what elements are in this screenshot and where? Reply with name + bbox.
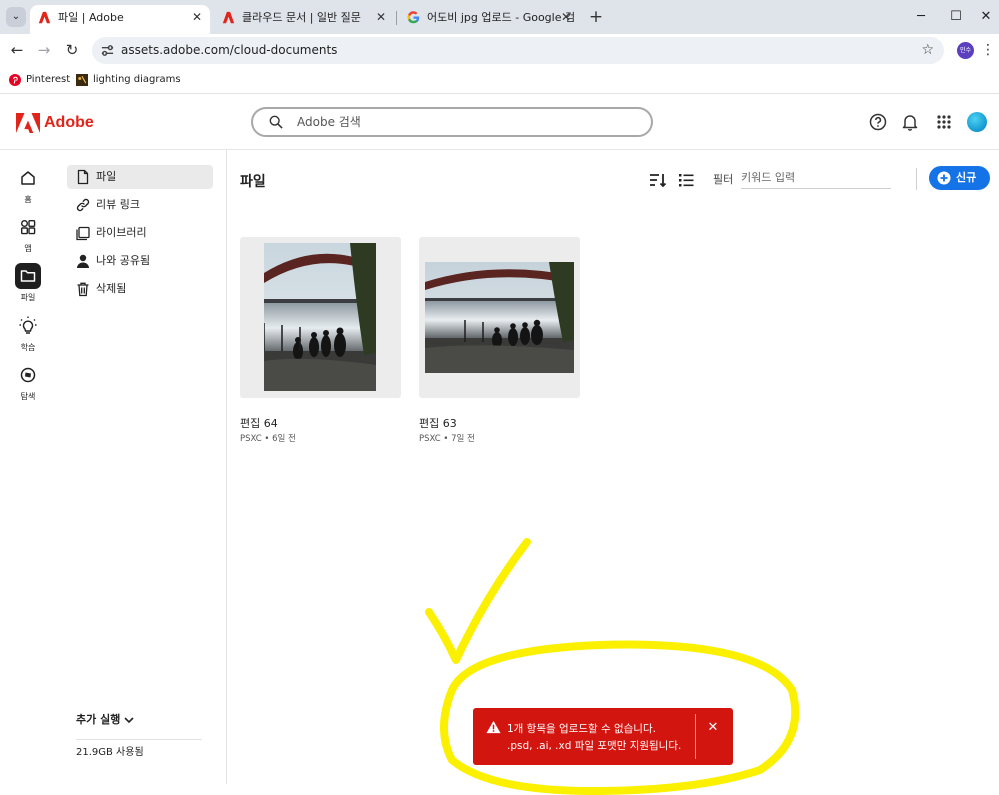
subnav-item-libraries[interactable]: 라이브러리 (67, 221, 213, 245)
photo-riverside-landscape (425, 262, 574, 373)
address-url[interactable]: assets.adobe.com/cloud-documents (121, 37, 337, 64)
back-arrow-icon[interactable]: ← (6, 39, 28, 61)
browser-profile-avatar[interactable]: 민수 (957, 42, 974, 59)
toast-message-line1: 1개 항목을 업로드할 수 없습니다. (507, 723, 656, 735)
pinterest-icon (9, 74, 21, 86)
toast-message-line2: .psd, .ai, .xd 파일 포맷만 지원됩니다. (507, 740, 682, 752)
subnav-item-review-links[interactable]: 리뷰 링크 (67, 193, 213, 217)
close-window-icon[interactable]: ✕ (975, 6, 997, 28)
subnav-divider (76, 739, 202, 740)
reload-icon[interactable]: ↻ (61, 39, 83, 61)
browser-menu-icon[interactable]: ⋮ (981, 40, 995, 60)
tab-title: 어도비 jpg 업로드 - Google 검 (427, 11, 576, 24)
filter-input[interactable] (741, 167, 891, 189)
google-favicon-icon (407, 11, 420, 24)
address-bar[interactable]: assets.adobe.com/cloud-documents ☆ (92, 37, 944, 64)
home-icon (21, 171, 35, 185)
forward-arrow-icon[interactable]: → (33, 39, 55, 61)
browser-tab-strip: ⌄ 파일 | Adobe ✕ 클라우드 문서 | 일반 질문 ✕ 어도비 jpg… (0, 0, 999, 34)
file-icon (77, 169, 89, 185)
bookmark-star-icon[interactable]: ☆ (921, 37, 934, 64)
file-meta: PSXC • 7일 전 (419, 434, 475, 444)
file-thumbnail[interactable] (240, 237, 401, 398)
search-input[interactable] (297, 112, 627, 132)
file-thumbnail[interactable] (419, 237, 580, 398)
user-avatar[interactable] (967, 112, 987, 132)
adobe-favicon-icon (38, 11, 51, 24)
compass-icon (20, 367, 36, 383)
tab-adobe-files[interactable]: 파일 | Adobe ✕ (30, 5, 210, 34)
rail-item-files[interactable]: 파일 (0, 263, 56, 307)
storage-used: 21.9GB 사용됨 (76, 747, 144, 758)
page-title: 파일 (240, 174, 266, 190)
site-settings-icon[interactable] (100, 43, 115, 58)
plus-circle-icon (937, 171, 951, 185)
folder-icon (15, 263, 41, 289)
sort-icon[interactable] (648, 170, 668, 190)
apps-icon (20, 219, 36, 235)
library-icon (76, 226, 90, 241)
tab-search-button[interactable]: ⌄ (6, 7, 26, 27)
lightbulb-icon (19, 316, 37, 334)
file-meta: PSXC • 6일 전 (240, 434, 296, 444)
rail-item-discover[interactable]: 탐색 (0, 362, 56, 406)
new-button[interactable]: 신규 (929, 166, 990, 190)
files-main: 파일 필터 신규 편집 (227, 150, 999, 784)
help-icon[interactable] (867, 111, 889, 133)
search-icon (269, 115, 283, 129)
rail-item-apps[interactable]: 앱 (0, 214, 56, 258)
toolbar-divider (916, 168, 917, 190)
adobe-search-box[interactable] (251, 107, 653, 137)
upload-error-toast: 1개 항목을 업로드할 수 없습니다. .psd, .ai, .xd 파일 포맷… (473, 708, 733, 765)
list-view-icon[interactable] (676, 170, 696, 190)
trash-icon (77, 282, 89, 297)
link-icon (76, 198, 90, 212)
browser-toolbar: ← → ↻ assets.adobe.com/cloud-documents ☆… (0, 34, 999, 66)
file-name[interactable]: 편집 64 (240, 415, 278, 431)
tab-title: 클라우드 문서 | 일반 질문 (242, 11, 361, 24)
tab-separator (396, 11, 397, 25)
adobe-logo-icon (16, 113, 40, 133)
tab-google-search[interactable]: 어도비 jpg 업로드 - Google 검 ✕ (399, 5, 579, 34)
subnav-item-deleted[interactable]: 삭제됨 (67, 277, 213, 301)
files-subnav: 파일 리뷰 링크 라이브러리 나와 공유됨 삭제됨 추가 실행 21.9GB 사… (56, 150, 227, 784)
subnav-item-shared-with-me[interactable]: 나와 공유됨 (67, 249, 213, 273)
rail-item-home[interactable]: 홈 (0, 165, 56, 209)
toast-divider (695, 714, 696, 759)
adobe-brand-text: Adobe (44, 114, 94, 131)
tab-close-icon[interactable]: ✕ (561, 5, 571, 30)
adobe-favicon-icon (222, 11, 235, 24)
lighting-diagrams-icon (76, 74, 88, 86)
new-tab-button[interactable]: + (586, 6, 606, 28)
adobe-header: Adobe (0, 95, 999, 150)
more-run-toggle[interactable]: 추가 실행 (76, 712, 134, 728)
warning-icon (486, 720, 501, 734)
photo-riverside-portrait (264, 243, 376, 391)
tab-close-icon[interactable]: ✕ (192, 5, 202, 30)
minimize-window-icon[interactable]: ─ (910, 6, 932, 28)
file-name[interactable]: 편집 63 (419, 415, 457, 431)
shared-user-icon (77, 254, 89, 268)
toast-close-icon[interactable]: ✕ (705, 720, 721, 736)
bookmarks-bar: Pinterest lighting diagrams (0, 66, 999, 94)
chevron-down-icon (124, 717, 134, 724)
maximize-window-icon[interactable]: ☐ (945, 6, 967, 28)
filter-label: 필터 (713, 173, 734, 186)
bell-icon[interactable] (899, 111, 921, 133)
rail-item-learn[interactable]: 학습 (0, 313, 56, 357)
tab-title: 파일 | Adobe (58, 11, 124, 24)
subnav-item-files[interactable]: 파일 (67, 165, 213, 189)
left-rail: 홈 앱 파일 학습 탐색 (0, 150, 56, 795)
tab-cloud-docs-faq[interactable]: 클라우드 문서 | 일반 질문 ✕ (214, 5, 394, 34)
more-run-label: 추가 실행 (76, 713, 121, 726)
app-grid-icon[interactable] (933, 111, 955, 133)
tab-close-icon[interactable]: ✕ (376, 5, 386, 30)
